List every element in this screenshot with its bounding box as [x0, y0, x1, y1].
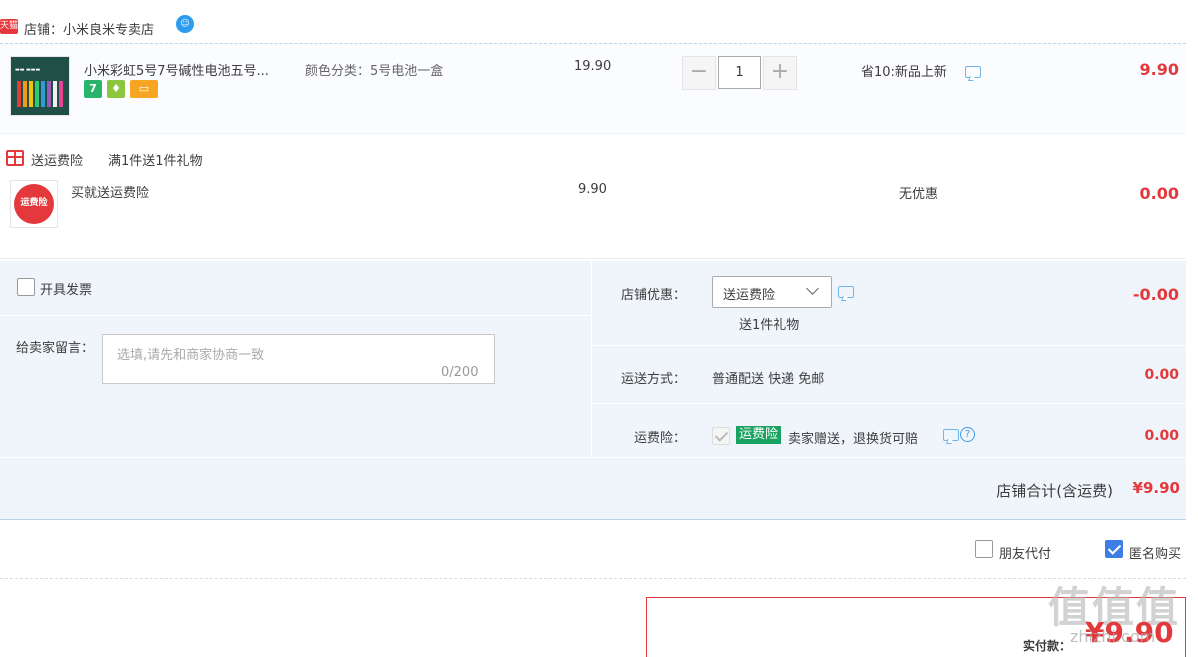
pay-label: 实付款：: [1023, 639, 1072, 653]
shop-promo-selected: 送运费险: [723, 288, 776, 303]
insurance-label: 运费险：: [633, 431, 686, 446]
battery-pink: [59, 81, 63, 107]
insurance-amount: 0.00: [1144, 428, 1179, 444]
battery-blue: [41, 81, 45, 107]
battery-white: [53, 81, 57, 107]
help-icon[interactable]: ?: [960, 427, 975, 442]
product-title[interactable]: 小米彩虹5号7号碱性电池五号...: [84, 60, 294, 79]
divider: [0, 457, 1186, 458]
shop-total-amount: ¥9.90: [1132, 479, 1180, 497]
credit-card-icon[interactable]: ▭: [130, 80, 158, 98]
shipping-amount: 0.00: [1144, 367, 1179, 383]
item-promo: 省10:新品上新: [861, 65, 947, 80]
gift-icon: [6, 150, 24, 166]
gift-title[interactable]: 买就送运费险: [71, 182, 149, 201]
sku-info: 颜色分类：5号电池一盒: [305, 64, 444, 79]
gift-subtotal: 0.00: [1139, 184, 1179, 203]
shop-total-label: 店铺合计(含运费): [996, 482, 1113, 500]
memo-placeholder: 选填,请先和商家协商一致: [117, 348, 265, 363]
shop-promo-label: 店铺优惠：: [620, 288, 686, 303]
memo-char-count: 0/200: [441, 365, 479, 380]
item-subtotal: 9.90: [1139, 60, 1179, 79]
battery-red: [17, 81, 21, 107]
anonymous-purchase-label[interactable]: 匿名购买: [1129, 543, 1181, 562]
battery-yellow: [29, 81, 33, 107]
shop-promo-sub: 送1件礼物: [739, 318, 800, 333]
shop-promo-amount: -0.00: [1132, 285, 1179, 304]
gift-unit-price: 9.90: [578, 182, 607, 197]
tmall-badge: 天猫: [0, 19, 18, 34]
battery-green: [35, 81, 39, 107]
gift-thumbnail-text: 运费险: [14, 184, 54, 224]
memo-label: 给卖家留言：: [16, 341, 95, 356]
divider: [0, 315, 591, 316]
anonymous-purchase-checkbox[interactable]: [1105, 540, 1123, 558]
friend-pay-label[interactable]: 朋友代付: [999, 543, 1051, 562]
divider: [591, 345, 1186, 346]
friend-pay-checkbox[interactable]: [975, 540, 993, 558]
gift-promo: 无优惠: [899, 187, 939, 202]
gift-thumbnail[interactable]: 运费险: [10, 180, 58, 228]
order-item-row: [0, 44, 1186, 134]
invoice-checkbox[interactable]: [17, 278, 35, 296]
insurance-badge: 运费险: [736, 426, 782, 444]
gift-desc: 满1件送1件礼物: [108, 154, 203, 169]
insurance-message-icon[interactable]: [943, 429, 959, 441]
divider: [591, 403, 1186, 404]
unit-price: 19.90: [574, 59, 612, 74]
promo-info-message-icon[interactable]: [965, 66, 981, 78]
shipping-method: 普通配送 快递 免邮: [712, 372, 825, 387]
shipping-label: 运送方式：: [620, 372, 686, 387]
gift-label: 送运费险: [31, 154, 84, 169]
shop-name[interactable]: 店铺：小米良米专卖店: [24, 19, 154, 38]
insurance-checkbox: [712, 427, 730, 445]
product-thumbnail[interactable]: ▬▬ ▬▬▬: [10, 56, 70, 116]
watermark-url: zhizhi.com: [1070, 627, 1156, 646]
divider: [0, 258, 1186, 259]
wangwang-chat-icon[interactable]: ☺: [176, 15, 194, 33]
quantity-input[interactable]: 1: [718, 56, 761, 89]
thumbnail-caption-decor: ▬▬ ▬▬▬: [15, 67, 41, 73]
battery-purple: [47, 81, 51, 107]
insurance-desc: 卖家赠送，退换货可赔: [788, 432, 919, 447]
invoice-label[interactable]: 开具发票: [40, 279, 92, 298]
shop-promo-message-icon[interactable]: [838, 286, 854, 298]
seven-day-return-icon[interactable]: 7: [84, 80, 102, 98]
divider: [0, 578, 1186, 579]
quantity-increase-button[interactable]: +: [763, 56, 797, 90]
battery-orange: [23, 81, 27, 107]
quantity-decrease-button[interactable]: −: [682, 56, 716, 90]
android-service-icon[interactable]: ♦: [107, 80, 125, 98]
